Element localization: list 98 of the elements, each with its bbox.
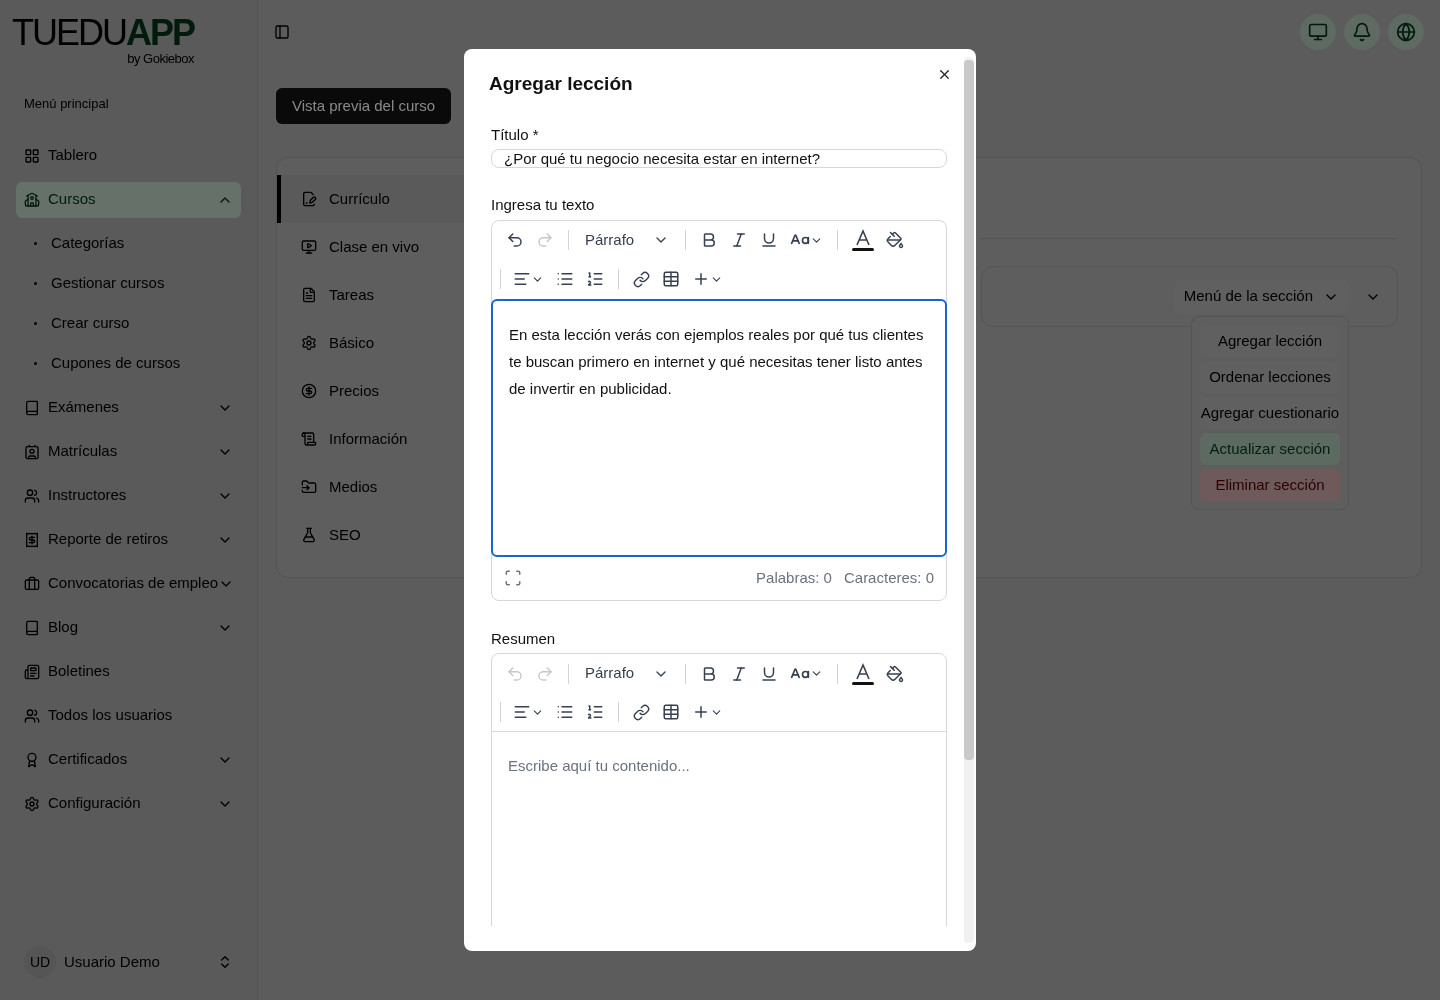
globe-icon xyxy=(1396,22,1416,42)
settings-icon xyxy=(24,795,40,812)
sidebar-item[interactable]: Blog xyxy=(16,609,241,646)
underline-icon xyxy=(760,664,778,683)
title-input[interactable]: ¿Por qué tu negocio necesita estar en internet? xyxy=(491,149,947,168)
newspaper-icon xyxy=(24,663,40,680)
course-tab[interactable]: Clase en vivo xyxy=(277,223,467,271)
menu-item[interactable]: Actualizar sección xyxy=(1200,433,1340,465)
italic-icon xyxy=(730,231,748,249)
dollar-circle-icon xyxy=(301,383,317,399)
user-name: Usuario Demo xyxy=(64,951,161,972)
character-count: Caracteres: 0 xyxy=(843,567,934,588)
link-icon xyxy=(633,703,650,721)
numbered-list-icon xyxy=(586,270,604,288)
block-style-dropdown[interactable]: Párrafo xyxy=(577,662,677,685)
editor-placeholder: Escribe aquí tu contenido... xyxy=(508,757,690,774)
sidebar-item[interactable]: Boletines xyxy=(16,653,241,690)
briefcase-icon xyxy=(24,575,40,592)
sidebar-item[interactable]: Tablero xyxy=(16,137,241,174)
plus-icon xyxy=(692,703,710,721)
bullet-list-icon xyxy=(556,703,574,721)
sidebar-item[interactable]: Convocatorias de empleo xyxy=(16,565,241,602)
sidebar-subitem[interactable]: Crear curso xyxy=(16,303,241,344)
text-color-icon xyxy=(852,228,874,252)
sidebar-subitem[interactable]: Categorías xyxy=(16,223,241,264)
notifications-button[interactable] xyxy=(1344,14,1380,50)
grid-icon xyxy=(24,147,40,164)
settings-icon xyxy=(301,335,317,351)
sidebar-item[interactable]: Instructores xyxy=(16,477,241,514)
monitor-button[interactable] xyxy=(1300,14,1336,50)
course-tab[interactable]: Medios xyxy=(277,463,467,511)
sidebar-item[interactable]: Configuración xyxy=(16,785,241,822)
undo-icon xyxy=(506,231,524,249)
flask-icon xyxy=(301,527,317,543)
field-label: Título * xyxy=(491,124,539,145)
course-tab[interactable]: Tareas xyxy=(277,271,467,319)
sidebar-item[interactable]: Matrículas xyxy=(16,433,241,470)
course-tab[interactable]: Precios xyxy=(277,367,467,415)
link-icon xyxy=(633,270,650,288)
award-icon xyxy=(24,751,40,768)
field-label: Ingresa tu texto xyxy=(491,195,595,215)
fullscreen-icon[interactable] xyxy=(504,569,522,587)
menu-item[interactable]: Eliminar sección xyxy=(1200,469,1340,501)
field-label: Resumen xyxy=(491,628,556,649)
editor-content[interactable]: En esta lección verás con ejemplos reales por qué tus clientes te buscan primero en internet y qué necesitas tener listo antes de invertir en publicidad. xyxy=(491,298,947,557)
text-color-icon xyxy=(852,661,874,686)
users-icon xyxy=(24,707,40,724)
redo-icon xyxy=(536,664,554,683)
redo-icon xyxy=(536,231,554,249)
paint-bucket-icon xyxy=(886,231,904,249)
scroll-icon xyxy=(301,431,317,447)
language-button[interactable] xyxy=(1388,14,1424,50)
folder-input-icon xyxy=(301,479,317,495)
table-icon xyxy=(662,703,680,721)
sidebar-toggle-icon[interactable] xyxy=(274,24,290,40)
bullet-list-icon xyxy=(556,270,574,288)
file-pen-icon xyxy=(301,191,317,207)
sidebar-item[interactable]: Reporte de retiros xyxy=(16,521,241,558)
monitor-icon xyxy=(1308,22,1328,42)
course-preview-button[interactable]: Vista previa del curso xyxy=(276,88,452,124)
undo-icon xyxy=(506,664,524,683)
close-icon xyxy=(937,67,952,82)
bell-icon xyxy=(1352,22,1372,42)
document-icon xyxy=(301,287,317,303)
word-count: Palabras: 0 xyxy=(756,567,832,588)
close-button[interactable] xyxy=(937,67,952,82)
user-avatar: UD xyxy=(24,946,56,978)
editor-text: En esta lección verás con ejemplos reales por qué tus clientes te buscan primero en internet y qué necesitas tener listo antes de invertir en publicidad. xyxy=(509,325,924,397)
sidebar-item[interactable]: Cursos xyxy=(16,181,241,218)
align-left-icon xyxy=(513,270,531,288)
dialog-title: Agregar lección xyxy=(489,72,633,96)
section-title: Menú principal xyxy=(24,95,109,113)
paint-bucket-icon xyxy=(886,664,904,683)
block-style-dropdown[interactable]: Párrafo xyxy=(577,228,677,252)
course-tab[interactable]: SEO xyxy=(277,511,467,559)
plus-icon xyxy=(692,270,710,288)
sidebar-item[interactable]: Certificados xyxy=(16,741,241,778)
sidebar-subitem[interactable]: Cupones de cursos xyxy=(16,343,241,384)
id-card-icon xyxy=(24,443,40,460)
book-icon xyxy=(24,399,40,416)
receipt-icon xyxy=(24,531,40,548)
align-left-icon xyxy=(513,703,531,721)
sidebar-item[interactable]: Todos los usuarios xyxy=(16,697,241,734)
sidebar-item[interactable]: Exámenes xyxy=(16,389,241,426)
editor-content[interactable]: Escribe aquí tu contenido... xyxy=(492,732,946,926)
course-tab[interactable]: Información xyxy=(277,415,467,463)
underline-icon xyxy=(760,231,778,249)
monitor-play-icon xyxy=(301,239,317,255)
school-icon xyxy=(24,191,40,208)
numbered-list-icon xyxy=(586,703,604,721)
course-tab[interactable]: Básico xyxy=(277,319,467,367)
sidebar-subitem[interactable]: Gestionar cursos xyxy=(16,263,241,304)
course-tab[interactable]: Currículo xyxy=(277,175,467,223)
users-icon xyxy=(24,487,40,504)
book-icon xyxy=(24,619,40,636)
table-icon xyxy=(662,270,680,288)
italic-icon xyxy=(730,664,748,683)
scrollbar[interactable] xyxy=(964,57,974,943)
